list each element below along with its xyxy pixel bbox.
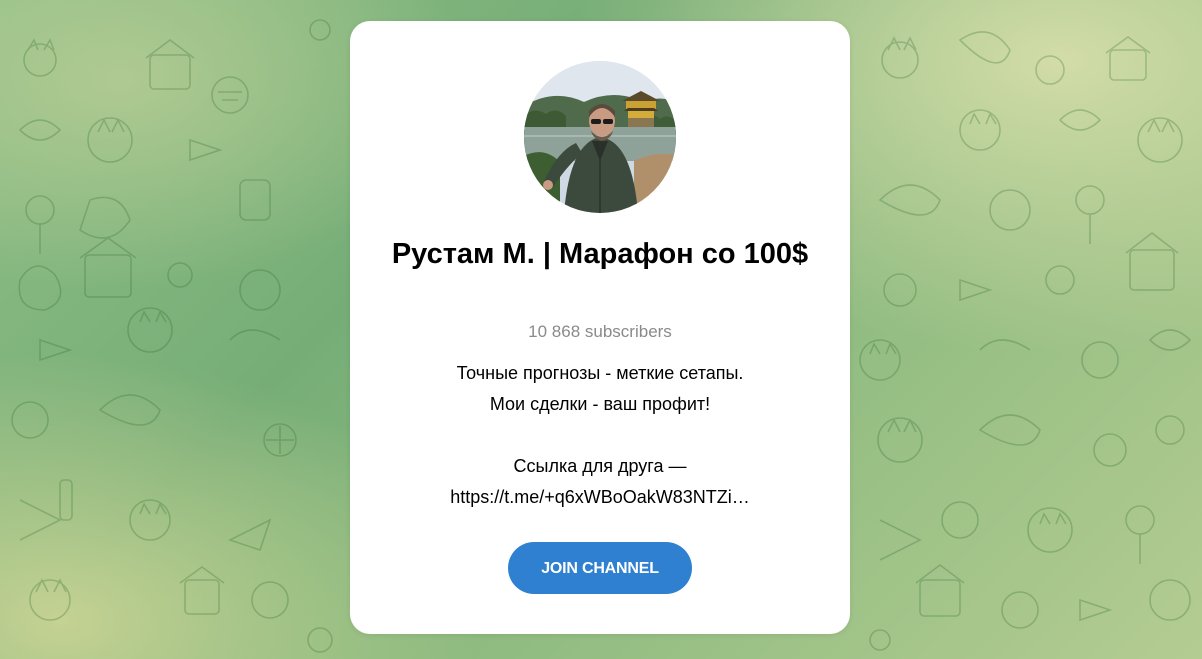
channel-avatar (524, 61, 676, 213)
description-line: Мои сделки - ваш профит! (489, 394, 711, 414)
description-line: Ссылка для друга — (513, 456, 687, 476)
channel-description: Точные прогнозы - меткие сетапы. Мои сде… (390, 358, 810, 513)
channel-title: Рустам М. | Марафон со 100$ (391, 238, 809, 270)
description-line: Точные прогнозы - меткие сетапы. (456, 363, 744, 383)
join-channel-button[interactable]: JOIN CHANNEL (508, 542, 692, 594)
subscriber-count: 10 868 subscribers (528, 322, 672, 341)
invite-link[interactable]: https://t.me/+q6xWBoOakW83NTZi… (390, 482, 810, 513)
channel-card: Рустам М. | Марафон со 100$ 10 868 subsc… (350, 21, 850, 634)
